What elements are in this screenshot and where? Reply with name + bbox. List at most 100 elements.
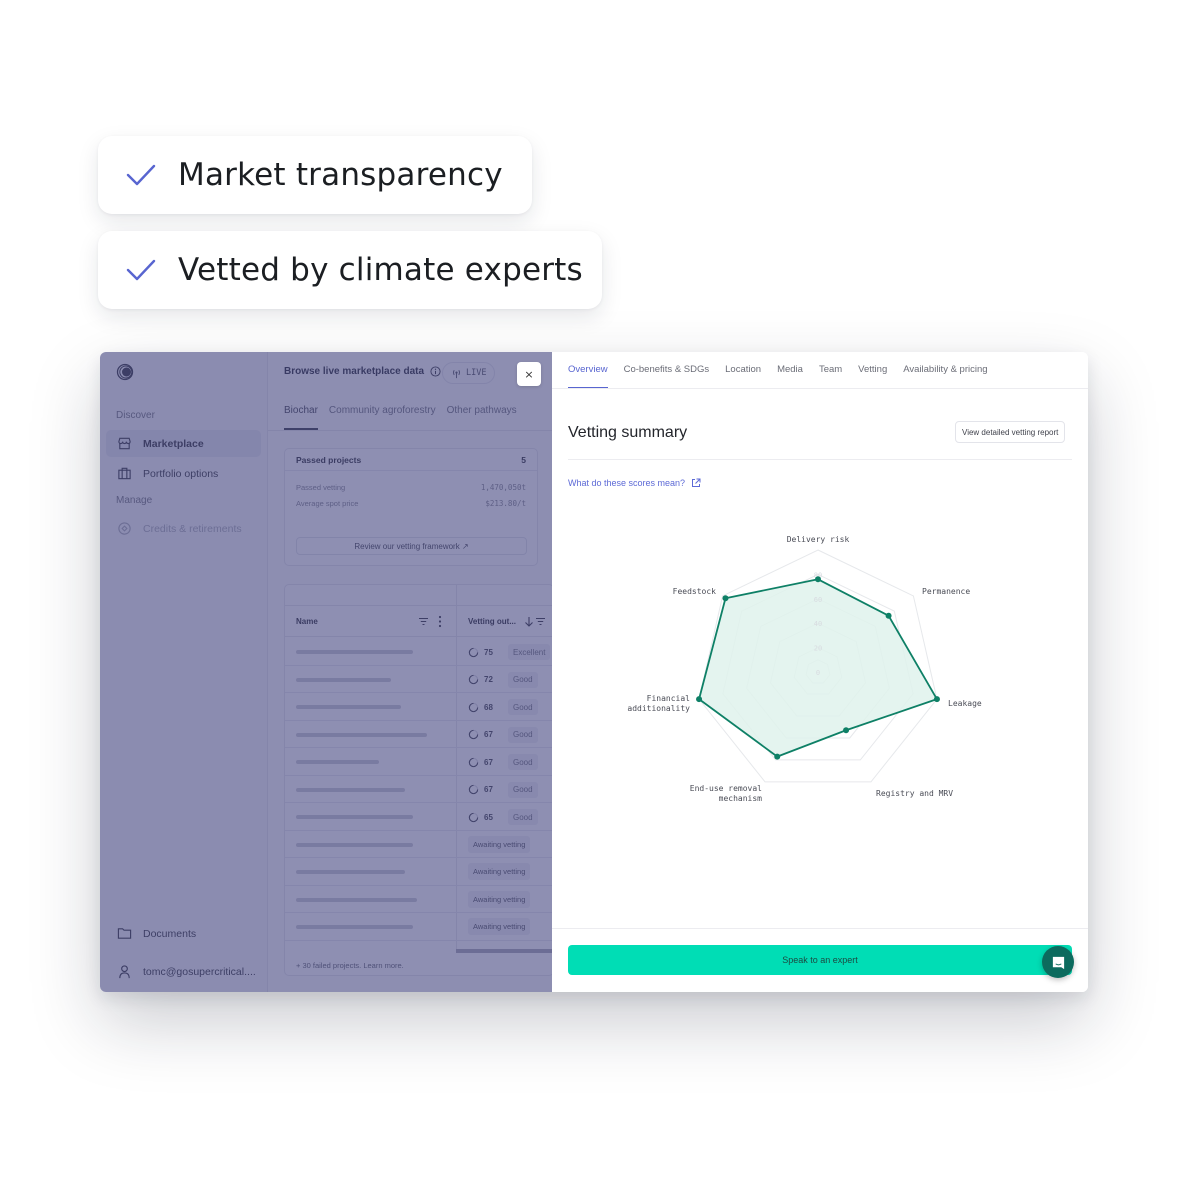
score-ring-icon: [468, 757, 479, 767]
score-value: 65: [484, 812, 493, 822]
divider: [552, 928, 1088, 929]
tab-co-benefits-sdgs[interactable]: Co-benefits & SDGs: [624, 364, 710, 389]
radar-data-point: [815, 576, 821, 583]
tab-community-agroforestry[interactable]: Community agroforestry: [329, 405, 436, 430]
sidebar-item-label: Documents: [143, 927, 197, 940]
radar-axis-label-line: Registry and MRV: [876, 789, 953, 798]
vetting-score: 72: [468, 672, 493, 688]
horizontal-scrollbar[interactable]: [456, 949, 553, 953]
grade-badge: Good: [508, 754, 538, 770]
table-row[interactable]: 72 Good: [285, 666, 553, 693]
project-name-placeholder: [296, 677, 391, 682]
external-link-icon: [692, 478, 701, 487]
stat-value: $213.80/t: [485, 499, 526, 508]
broadcast-icon: [453, 369, 460, 378]
sidebar-item-label: Portfolio options: [143, 467, 219, 480]
close-button[interactable]: ×: [517, 362, 541, 386]
table-row[interactable]: 67 Good: [285, 776, 553, 803]
stat-row: Passed vetting 1,470,050t: [296, 483, 526, 492]
table-row[interactable]: Awaiting vetting: [285, 913, 553, 941]
column-header-name[interactable]: Name: [296, 617, 318, 626]
sort-descending-icon[interactable]: [524, 616, 534, 627]
review-vetting-framework-button[interactable]: Review our vetting framework ↗: [296, 537, 527, 555]
sidebar-item-label: Credits & retirements: [143, 522, 242, 535]
tab-location[interactable]: Location: [725, 364, 761, 389]
table-row[interactable]: Awaiting vetting: [285, 886, 553, 913]
table-row[interactable]: Awaiting vetting: [285, 831, 553, 858]
tab-other-pathways[interactable]: Other pathways: [447, 405, 517, 430]
table-row[interactable]: Awaiting vetting: [285, 858, 553, 886]
kebab-menu-icon[interactable]: [436, 615, 444, 628]
tab-team[interactable]: Team: [819, 364, 842, 389]
filter-icon[interactable]: [418, 616, 429, 627]
score-ring-icon: [468, 729, 479, 740]
score-ring-icon: [468, 702, 479, 712]
radar-axis-label-line: Delivery risk: [787, 535, 850, 544]
user-icon: [119, 965, 130, 979]
radar-ring-label: 60: [814, 596, 822, 604]
score-ring-icon: [468, 647, 479, 657]
stat-label: Passed vetting: [296, 483, 346, 492]
status-badge: Awaiting vetting: [468, 918, 531, 935]
storefront-icon: [118, 437, 131, 450]
speak-to-expert-button[interactable]: Speak to an expert: [568, 945, 1072, 975]
table-toolbar: [285, 585, 553, 606]
view-vetting-report-button[interactable]: View detailed vetting report: [955, 421, 1066, 443]
grade-badge: Good: [508, 699, 538, 715]
radar-axis-label: Registry and MRV: [876, 789, 953, 798]
sidebar-item-documents[interactable]: Documents: [106, 920, 261, 947]
tab-vetting[interactable]: Vetting: [858, 364, 887, 389]
feature-label: Vetted by climate experts: [178, 252, 583, 288]
filter-icon[interactable]: [535, 616, 546, 627]
project-name-placeholder: [296, 870, 405, 874]
column-header-vetting-outcome[interactable]: Vetting out...: [468, 617, 516, 626]
briefcase-icon: [118, 467, 131, 480]
sidebar-item-marketplace[interactable]: Marketplace: [106, 430, 261, 457]
table-row[interactable]: 67 Good: [285, 748, 553, 776]
scores-help-link-text[interactable]: What do these scores mean?: [568, 478, 685, 488]
passed-projects-header: Passed projects 5: [285, 449, 537, 471]
radar-axis-label-line: Financial: [647, 694, 691, 703]
grade-badge: Good: [508, 781, 538, 798]
projects-table: Name Vetting out... 75 Excellent 72 Good 68 G…: [284, 584, 554, 976]
project-detail-panel: Overview Co-benefits & SDGs Location Media T…: [552, 352, 1088, 992]
detail-tabs: Overview Co-benefits & SDGs Location Media T…: [568, 364, 1004, 389]
radar-data-point: [696, 696, 703, 703]
vetting-score: 65: [468, 809, 493, 825]
radar-axis-label-line: Permanence: [922, 587, 970, 596]
radar-axis-label-line: End-use removal: [690, 784, 762, 793]
radar-axis-label: Leakage: [948, 699, 982, 708]
sidebar-item-account[interactable]: tomc@gosupercritical....: [106, 958, 261, 985]
scores-help-link[interactable]: What do these scores mean?: [568, 478, 701, 488]
tab-media[interactable]: Media: [777, 364, 803, 389]
score-value: 67: [484, 730, 493, 739]
table-row[interactable]: 68 Good: [285, 693, 553, 721]
score-ring-icon: [468, 674, 479, 685]
tab-biochar[interactable]: Biochar: [284, 405, 318, 430]
tab-availability-pricing[interactable]: Availability & pricing: [903, 364, 987, 389]
table-row[interactable]: 75 Excellent: [285, 638, 553, 666]
info-icon[interactable]: [430, 366, 441, 377]
radar-ring-label: 0: [816, 669, 820, 677]
project-name-placeholder: [296, 815, 413, 819]
sidebar-item-credits-retirements[interactable]: Credits & retirements: [106, 515, 261, 542]
table-row[interactable]: 65 Good: [285, 803, 553, 831]
marketplace-panel: Browse live marketplace data LIVE Biocha…: [268, 352, 554, 992]
table-row[interactable]: 67 Good: [285, 721, 553, 748]
vetting-radar-chart: 020406080Delivery riskPermanenceLeakageR…: [627, 535, 982, 803]
chat-launcher-button[interactable]: [1042, 946, 1074, 978]
sidebar-section-manage: Manage: [116, 495, 153, 506]
score-value: 75: [484, 647, 493, 657]
divider: [552, 388, 1088, 389]
radar-axis-label-line: Leakage: [948, 699, 982, 708]
passed-projects-card: Passed projects 5 Passed vetting 1,470,0…: [284, 448, 538, 566]
project-name-placeholder: [296, 787, 405, 792]
failed-projects-note[interactable]: + 30 failed projects. Learn more.: [296, 961, 404, 970]
project-name-placeholder: [296, 650, 413, 654]
sidebar: Discover Marketplace Portfolio options M…: [100, 352, 268, 992]
stat-row: Average spot price $213.80/t: [296, 499, 526, 508]
grade-badge: Good: [508, 809, 538, 825]
tab-overview[interactable]: Overview: [568, 364, 608, 389]
sidebar-item-portfolio-options[interactable]: Portfolio options: [106, 460, 261, 487]
stat-label: Average spot price: [296, 499, 359, 508]
